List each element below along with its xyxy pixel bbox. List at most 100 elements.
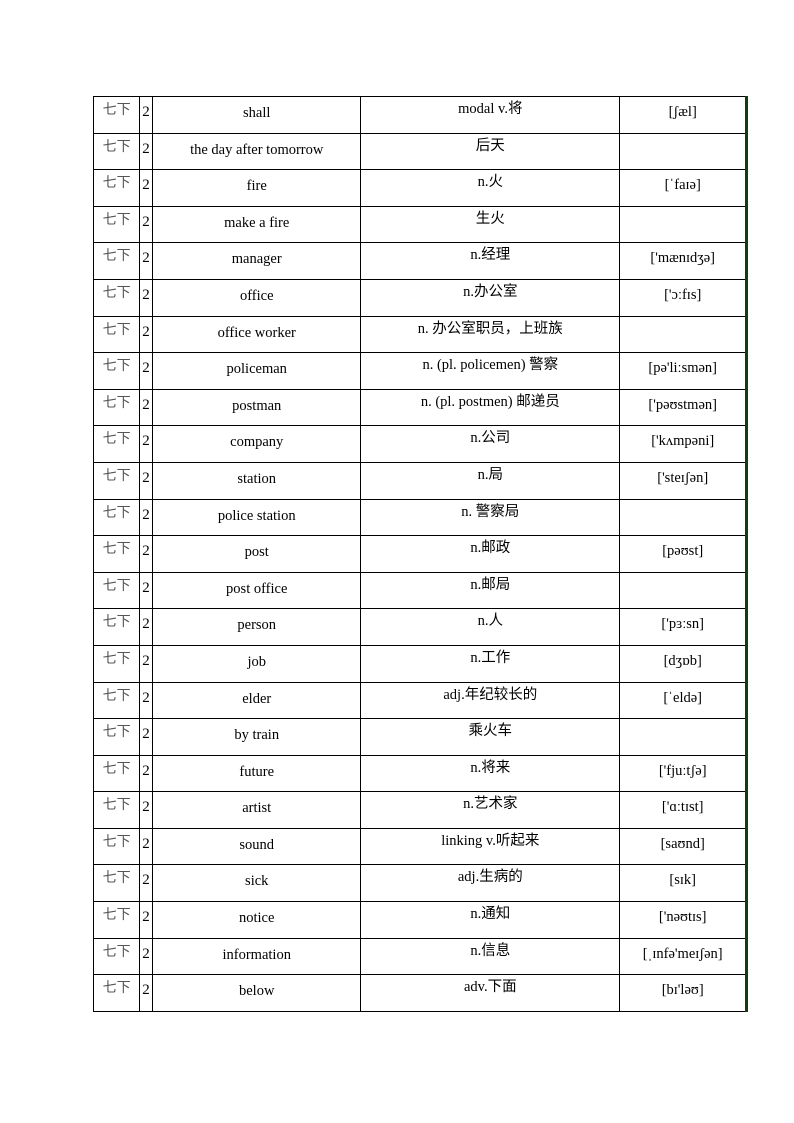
word-cell: notice	[152, 901, 362, 939]
word-cell-text: manager	[231, 251, 282, 268]
word-cell-text: company	[230, 434, 284, 451]
phonetic-cell-text: ['kʌmpəni]	[651, 433, 715, 450]
grade-cell: 七下	[92, 608, 141, 646]
word-cell-text: office worker	[217, 324, 296, 341]
phonetic-cell: ['steɪʃən]	[619, 461, 748, 500]
grade-cell: 七下	[92, 352, 141, 390]
meaning-cell-text: n. 警察局	[461, 503, 520, 520]
table-row: 七下 2 make a fire 生火	[92, 205, 748, 244]
meaning-cell: n. 警察局	[360, 498, 621, 537]
grade-cell: 七下	[92, 425, 141, 463]
grade-cell-text: 七下	[102, 943, 131, 960]
word-cell: sound	[152, 827, 362, 866]
grade-cell: 七下	[92, 754, 141, 793]
unit-cell-text: 2	[142, 433, 150, 450]
unit-cell: 2	[139, 754, 154, 793]
grade-cell-text: 七下	[102, 650, 131, 667]
grade-cell-text: 七下	[102, 760, 131, 777]
phonetic-cell-text: [ˈfaɪə]	[664, 177, 701, 194]
word-cell-text: policeman	[226, 361, 287, 378]
table-row: 七下 2 elder adj.年纪较长的 [ˈeldə]	[92, 681, 748, 720]
meaning-cell-text: 乘火车	[468, 723, 513, 740]
table-row: 七下 2 artist n.艺术家 ['ɑːtɪst]	[92, 791, 748, 829]
phonetic-cell-text	[620, 207, 745, 215]
unit-cell: 2	[139, 169, 154, 207]
meaning-cell: linking v.听起来	[360, 827, 621, 866]
grade-cell: 七下	[92, 169, 141, 207]
word-cell-text: notice	[239, 910, 275, 927]
grade-cell: 七下	[92, 498, 141, 537]
table-row: 七下 2 sick adj.生病的 [sɪk]	[92, 864, 748, 903]
word-cell-text: police station	[217, 507, 296, 524]
grade-cell-text: 七下	[102, 833, 131, 850]
grade-cell-text: 七下	[102, 248, 131, 265]
unit-cell: 2	[139, 608, 154, 646]
grade-cell: 七下	[92, 132, 141, 171]
unit-cell: 2	[139, 132, 154, 171]
grade-cell: 七下	[92, 96, 141, 134]
grade-cell-text: 七下	[102, 907, 131, 924]
phonetic-cell: ['ɑːtɪst]	[619, 791, 748, 829]
grade-cell: 七下	[92, 571, 141, 610]
phonetic-cell	[619, 132, 748, 171]
grade-cell: 七下	[92, 535, 141, 573]
phonetic-cell-text	[620, 134, 745, 142]
unit-cell: 2	[139, 461, 154, 500]
grade-cell-text: 七下	[102, 321, 131, 338]
unit-cell: 2	[139, 425, 154, 463]
unit-cell-text: 2	[142, 543, 150, 560]
phonetic-cell-text: ['mænɪdʒə]	[650, 250, 715, 267]
grade-cell: 七下	[92, 644, 141, 683]
meaning-cell: n.人	[360, 608, 621, 646]
unit-cell: 2	[139, 278, 154, 317]
phonetic-cell-text: ['pɜːsn]	[661, 616, 704, 633]
phonetic-cell: [ʃæl]	[619, 96, 748, 134]
grade-cell-text: 七下	[102, 541, 131, 558]
phonetic-cell: ['kʌmpəni]	[619, 425, 748, 463]
phonetic-cell-text: ['steɪʃən]	[657, 469, 709, 486]
unit-cell-text: 2	[142, 945, 150, 962]
unit-cell: 2	[139, 791, 154, 829]
grade-cell: 七下	[92, 205, 141, 244]
unit-cell: 2	[139, 864, 154, 903]
meaning-cell: n. (pl. policemen) 警察	[360, 352, 621, 390]
phonetic-cell	[619, 718, 748, 756]
unit-cell-text: 2	[142, 286, 150, 303]
phonetic-cell-text	[620, 317, 745, 325]
meaning-cell-text: n.将来	[470, 759, 511, 776]
word-cell: the day after tomorrow	[152, 132, 362, 171]
phonetic-cell	[619, 205, 748, 244]
grade-cell-text: 七下	[102, 284, 131, 301]
word-cell-text: artist	[242, 800, 272, 817]
phonetic-cell: ['pəʊstmən]	[619, 388, 748, 427]
unit-cell: 2	[139, 535, 154, 573]
unit-cell-text: 2	[142, 835, 150, 852]
word-cell: station	[152, 461, 362, 500]
phonetic-cell: [pə'liːsmən]	[619, 352, 748, 390]
meaning-cell-text: n.经理	[470, 247, 511, 264]
meaning-cell: 后天	[360, 132, 621, 171]
unit-cell: 2	[139, 901, 154, 939]
phonetic-cell-text	[620, 719, 745, 727]
unit-cell-text: 2	[142, 872, 150, 889]
grade-cell-text: 七下	[102, 687, 131, 704]
word-cell-text: post	[244, 544, 269, 561]
grade-cell: 七下	[92, 827, 141, 866]
grade-cell-text: 七下	[102, 577, 131, 594]
meaning-cell-text: n.办公室	[463, 283, 518, 300]
grade-cell-text: 七下	[102, 394, 131, 411]
table-row: 七下 2 the day after tomorrow 后天	[92, 132, 748, 171]
unit-cell-text: 2	[142, 140, 150, 157]
grade-cell-text: 七下	[102, 138, 131, 155]
grade-cell-text: 七下	[102, 504, 131, 521]
phonetic-cell-text: [bɪ'ləʊ]	[661, 982, 704, 999]
phonetic-cell: [ˌɪnfə'meɪʃən]	[619, 937, 748, 976]
meaning-cell: adj.生病的	[360, 864, 621, 903]
meaning-cell: n.邮局	[360, 571, 621, 610]
meaning-cell-text: linking v.听起来	[441, 832, 540, 849]
word-cell: shall	[152, 96, 362, 134]
meaning-cell-text: n.邮局	[470, 576, 511, 593]
unit-cell: 2	[139, 937, 154, 976]
grade-cell-text: 七下	[102, 870, 131, 887]
word-cell: job	[152, 644, 362, 683]
